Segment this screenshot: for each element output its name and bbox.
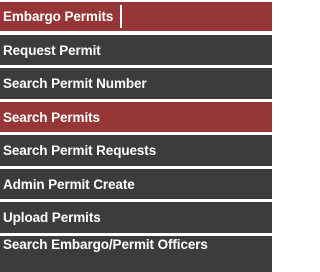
menu-item-label: Search Permit Number: [3, 76, 147, 91]
menu-item-search-permit-requests[interactable]: Search Permit Requests: [0, 135, 272, 166]
menu-item-label: Request Permit: [3, 42, 101, 58]
menu-item-label: Search Permits: [3, 109, 100, 125]
menu-header-label-box: Embargo Permits: [3, 5, 123, 28]
menu-item-upload-permits[interactable]: Upload Permits: [0, 202, 272, 233]
menu-item-label: Search Embargo/Permit Officers: [3, 237, 208, 252]
menu-item-search-permits[interactable]: Search Permits: [0, 102, 272, 132]
menu-header-embargo-permits[interactable]: Embargo Permits: [0, 2, 272, 31]
menu-item-admin-permit-create[interactable]: Admin Permit Create: [0, 169, 272, 199]
menu-item-label: Upload Permits: [3, 210, 101, 225]
menu-item-request-permit[interactable]: Request Permit: [0, 35, 272, 65]
menu-item-search-permit-number[interactable]: Search Permit Number: [0, 68, 272, 99]
menu-item-label: Search Permit Requests: [3, 143, 157, 158]
menu-item-search-embargo-permit-officers[interactable]: Search Embargo/Permit Officers: [0, 236, 272, 272]
menu-header-label: Embargo Permits: [3, 9, 114, 24]
menu-item-label: Admin Permit Create: [3, 176, 135, 192]
permits-menu: Embargo Permits Request Permit Search Pe…: [0, 0, 272, 272]
